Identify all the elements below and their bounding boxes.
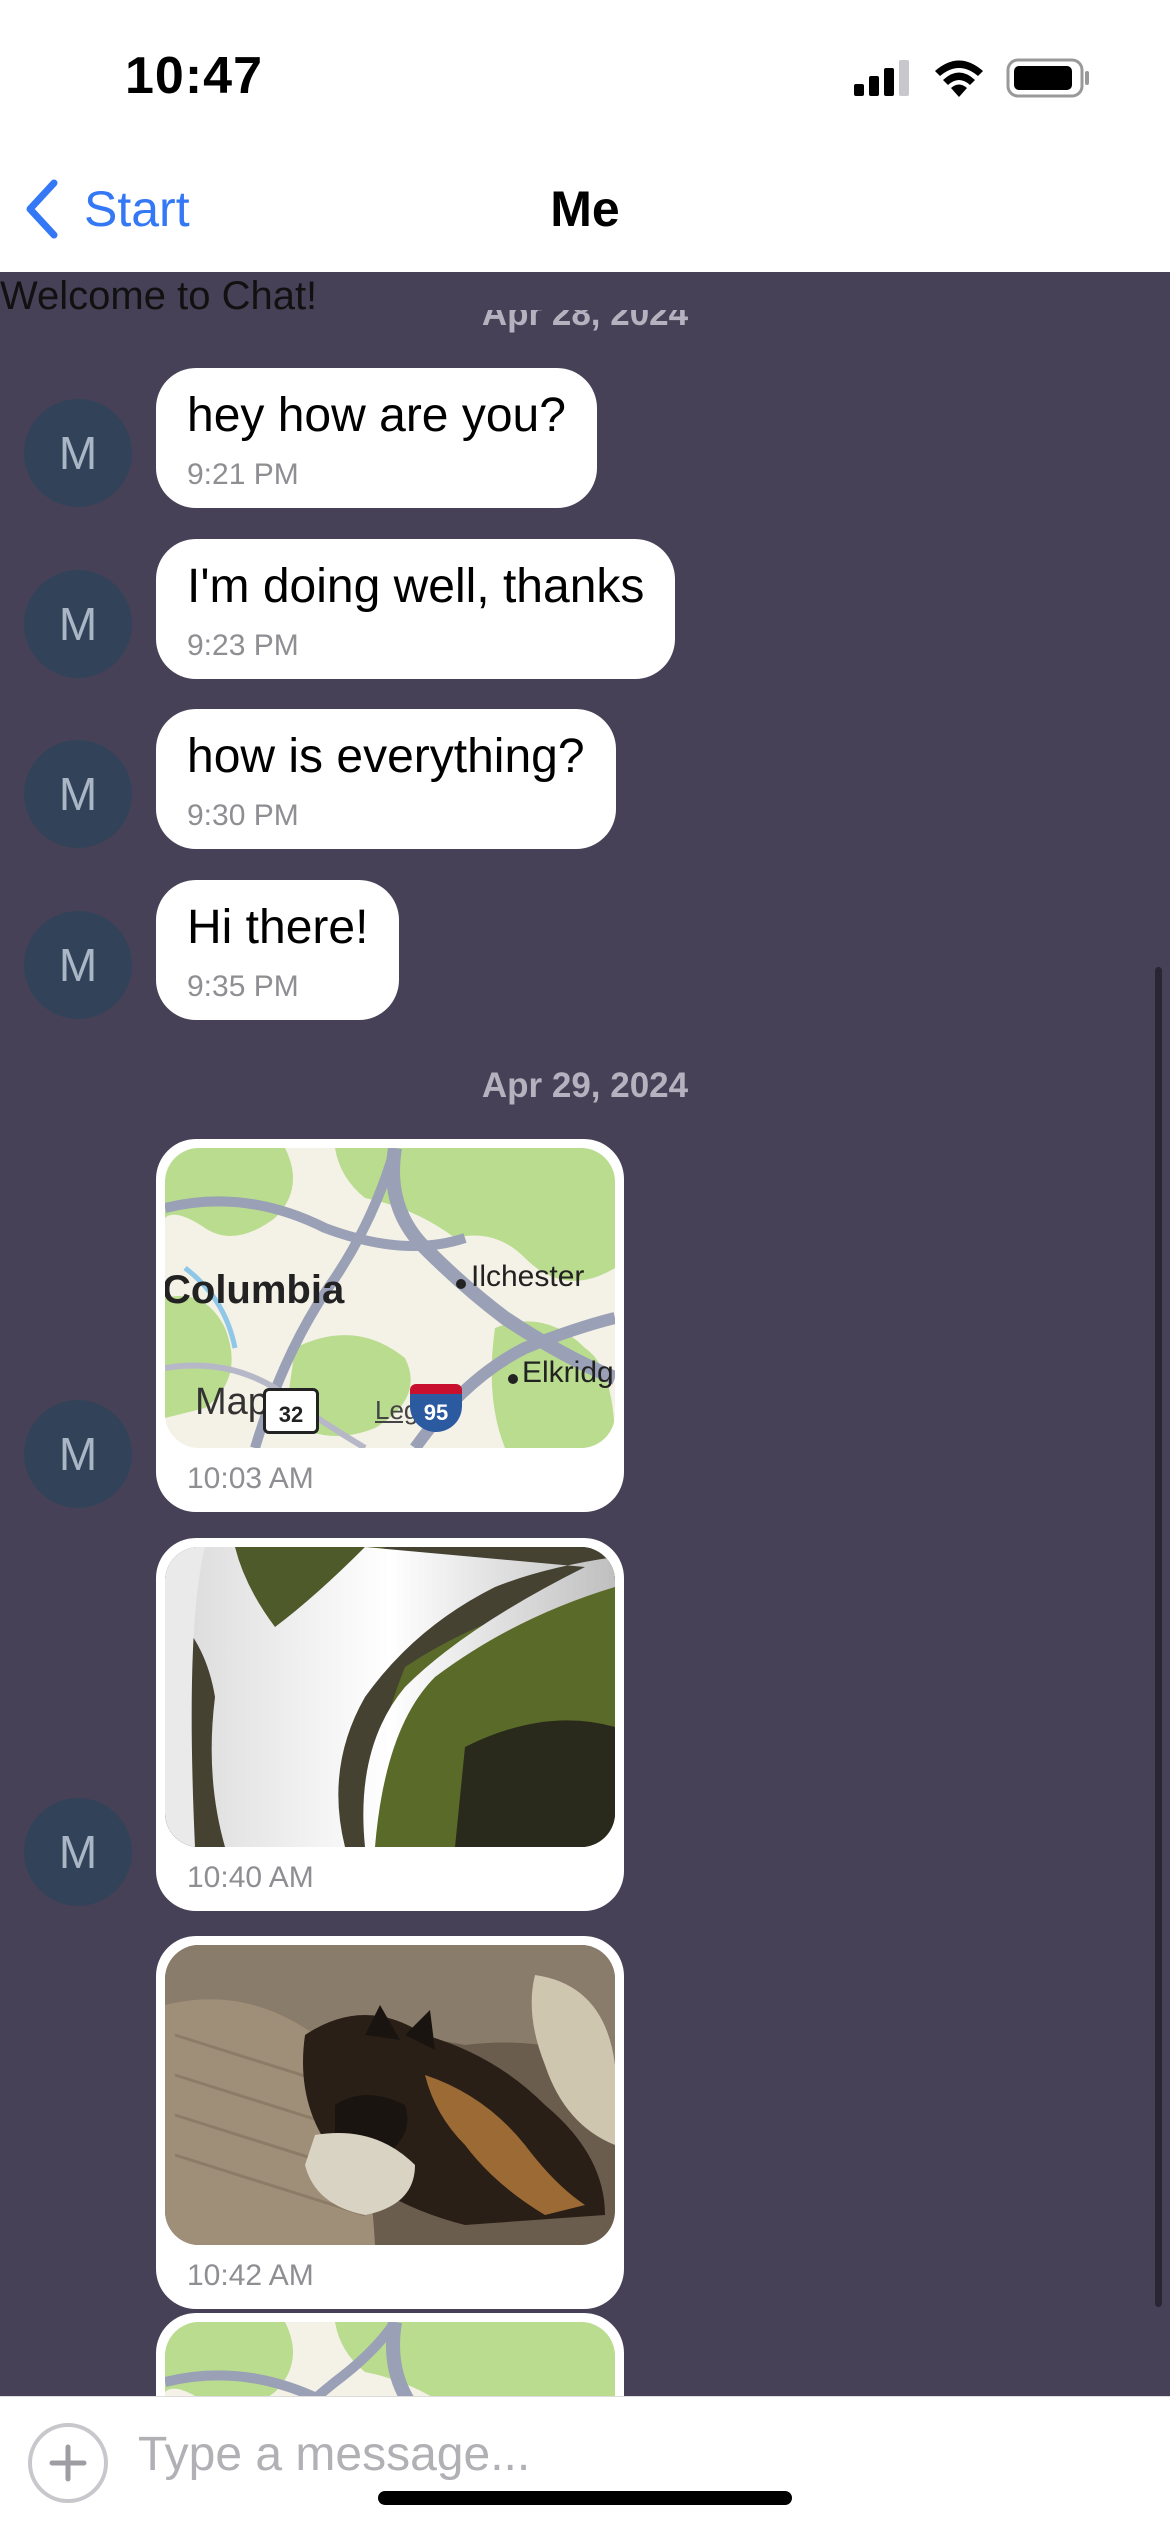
message-time: 10:03 AM [187,1462,314,1495]
photo-image [165,1547,615,1847]
chat-area[interactable]: Welcome to Chat! Apr 28, 2024 M hey how … [0,272,1170,2396]
add-attachment-button[interactable] [28,2423,108,2503]
cellular-signal-icon [854,60,909,96]
message-bubble[interactable]: Hi there! 9:35 PM [156,880,400,1020]
photo-message[interactable]: 10:42 AM [156,1936,624,2309]
status-bar: 10:47 [0,0,1170,150]
route-shield: 32 [263,1388,319,1434]
map-label-city: Columbia [165,1268,345,1312]
welcome-text: Welcome to Chat! [0,274,318,318]
message-input[interactable] [138,2419,1118,2489]
page-title: Me [550,181,620,237]
map-preview[interactable] [165,2322,615,2396]
message-bubble[interactable]: hey how are you? 9:21 PM [156,368,597,508]
avatar[interactable]: M [24,399,132,507]
message-time: 10:42 AM [187,2259,314,2292]
navigation-bar: Start Me [0,150,1170,272]
map-label-place: Elkridg [522,1356,614,1389]
avatar[interactable]: M [24,740,132,848]
message-time: 9:35 PM [187,970,299,1003]
date-separator: Apr 29, 2024 [481,1066,689,1105]
message-time: 9:21 PM [187,458,299,491]
message-bubble[interactable]: how is everything? 9:30 PM [156,709,616,849]
message-text: I'm doing well, thanks [187,560,645,613]
message-composer [0,2396,1170,2532]
photo-dog[interactable] [165,1945,615,2245]
avatar[interactable]: M [24,911,132,1019]
message-time: 9:30 PM [187,799,299,832]
plus-circle-icon [49,2444,87,2482]
wifi-icon [935,60,983,97]
home-indicator [378,2491,792,2505]
avatar[interactable]: M [24,1400,132,1508]
message-time: 10:40 AM [187,1861,314,1894]
map-message[interactable] [156,2313,624,2396]
map-preview[interactable]: Columbia Ilchester Elkridg Maps 32 Legal… [165,1148,615,1448]
message-text: how is everything? [187,730,585,783]
photo-message[interactable]: 10:40 AM [156,1538,624,1911]
scroll-indicator[interactable] [1155,967,1162,2307]
status-time: 10:47 [125,47,263,105]
avatar[interactable]: M [24,570,132,678]
avatar[interactable]: M [24,1798,132,1906]
map-label-place: Ilchester [471,1260,585,1293]
message-time: 9:23 PM [187,629,299,662]
message-bubble[interactable]: I'm doing well, thanks 9:23 PM [156,539,676,679]
battery-icon [1006,58,1089,98]
status-icons [854,56,1090,100]
message-text: Hi there! [187,901,369,954]
message-text: hey how are you? [187,389,566,442]
photo-image [165,1945,615,2245]
photo-waterfall[interactable] [165,1547,615,1847]
map-message[interactable]: Columbia Ilchester Elkridg Maps 32 Legal… [156,1139,624,1512]
map-image [165,2322,615,2396]
